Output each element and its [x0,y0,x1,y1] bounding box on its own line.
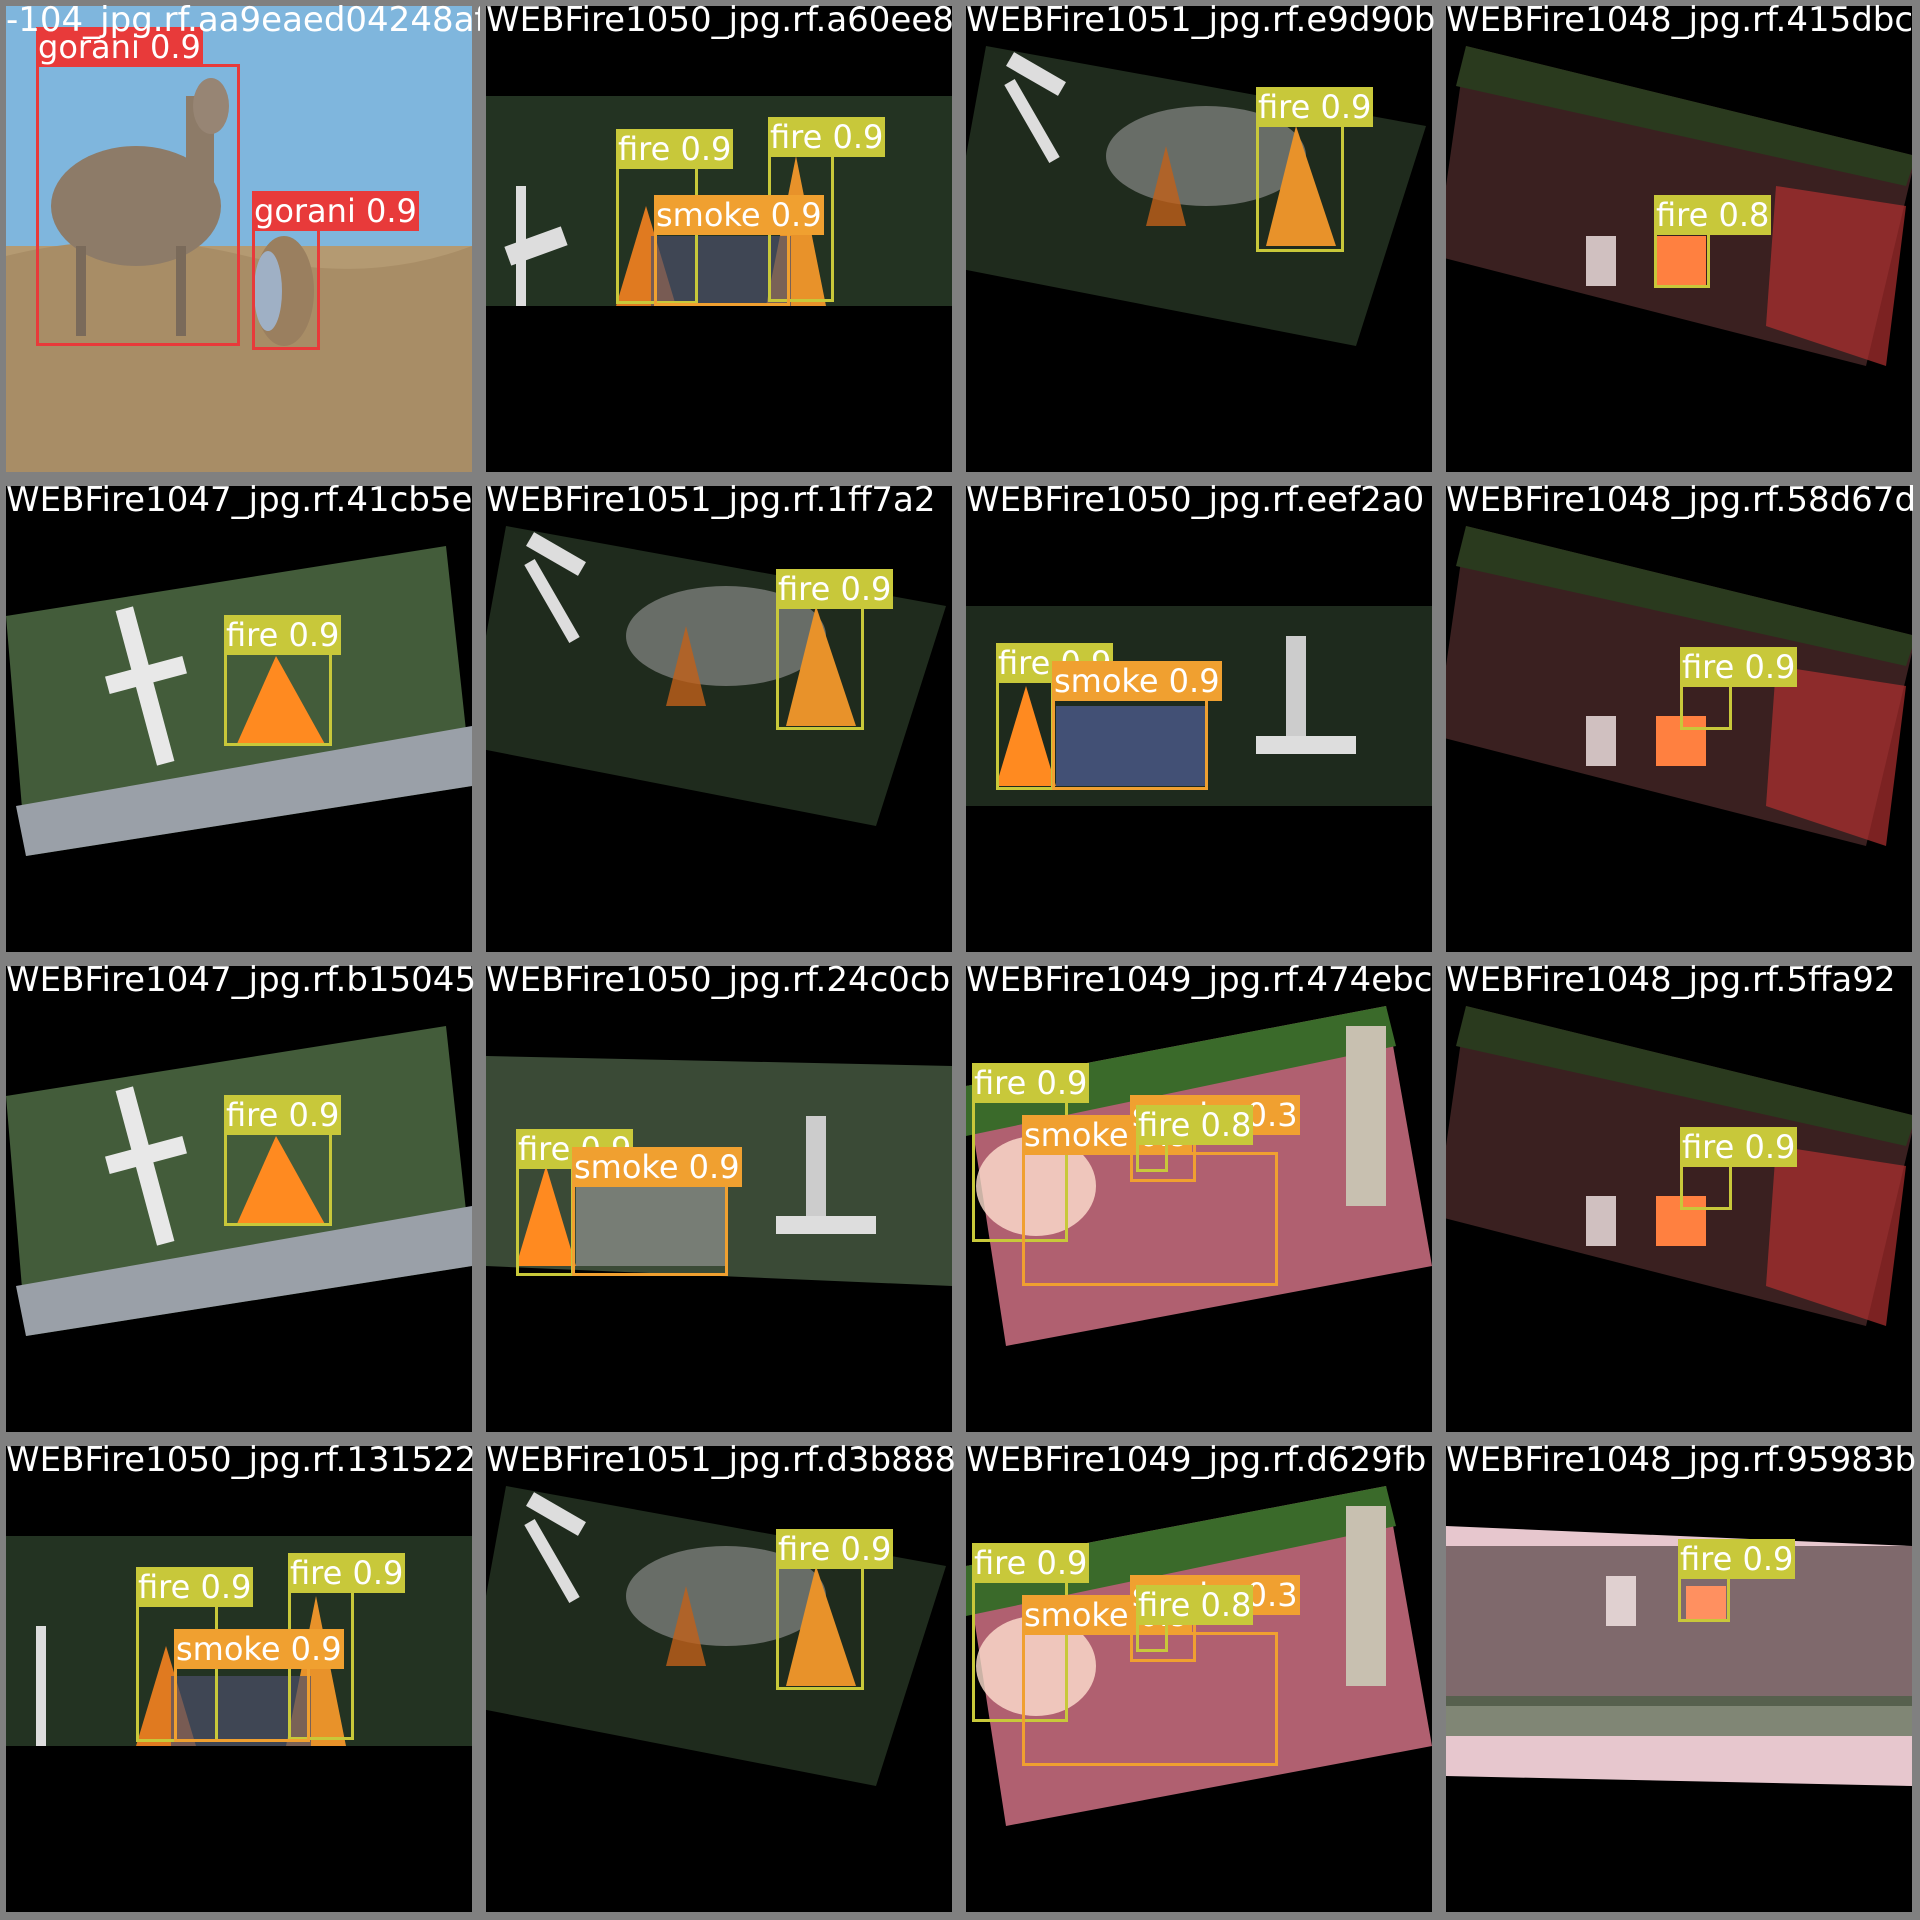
box-label: fire 0.9 [616,129,734,169]
bounding-box-fire: fire 0.9 [776,569,894,730]
tile-filename: WEBFire1048_jpg.rf.95983b [1446,1440,1917,1480]
tile-photo [1446,1446,1912,1912]
bounding-box-fire: fire 0.9 [1680,647,1798,730]
bounding-box-gorani: gorani 0.9 [36,27,240,346]
box-label: fire 0.9 [136,1567,254,1607]
image-tile: fire 0.9 WEBFire1051_jpg.rf.e9d90b [960,0,1440,480]
bounding-box-gorani: gorani 0.9 [252,191,419,350]
box-label: fire 0.9 [288,1553,406,1593]
box-label: gorani 0.9 [252,191,419,231]
bounding-box-smoke: smoke 0.9 [654,195,824,306]
bounding-box-fire: fire 0.9 [224,1095,342,1226]
tile-filename: WEBFire1047_jpg.rf.b15045 [6,960,477,1000]
tile-filename: WEBFire1051_jpg.rf.1ff7a2 [486,480,936,520]
tile-filename: -104_jpg.rf.aa9eaed04248af0385b8ef1850bj… [6,0,480,40]
image-tile: fire 0.9smoke 0.9smoke 0.3fire 0.8WEBFir… [960,1440,1440,1920]
image-tile: fire 0.9smoke 0.9 WEBFire1050_jpg.rf.eef2… [960,480,1440,960]
tile-photo [1446,486,1912,952]
bounding-box-fire: fire 0.9 [776,1529,894,1690]
box-label: fire 0.9 [1680,1127,1798,1167]
box-label: fire 0.8 [1136,1105,1254,1145]
tile-filename: WEBFire1051_jpg.rf.e9d90b [966,0,1436,40]
box-label: smoke 0.9 [654,195,824,235]
box-label: fire 0.9 [224,615,342,655]
bounding-box-fire: fire 0.9 [1256,87,1374,252]
image-tile: fire 0.9 WEBFire1051_jpg.rf.d3b888 [480,1440,960,1920]
image-tile: fire 0.9 WEBFire1047_jpg.rf.41cb5e [0,480,480,960]
bounding-box-smoke: smoke 0.9 [174,1629,344,1742]
bounding-box-fire: fire 0.8 [1136,1105,1254,1172]
box-label: fire 0.9 [1678,1539,1796,1579]
tile-photo [1446,966,1912,1432]
tile-filename: WEBFire1049_jpg.rf.474ebc [966,960,1433,1000]
tile-photo [966,6,1432,472]
box-label: fire 0.9 [972,1543,1090,1583]
tile-filename: WEBFire1048_jpg.rf.5ffa92 [1446,960,1896,1000]
image-tile: fire 0.9 WEBFire1048_jpg.rf.5ffa92 [1440,960,1920,1440]
box-label: smoke 0.9 [572,1147,742,1187]
detection-grid: gorani 0.9 gorani 0.9 -104_jpg.rf.aa9eaed0… [0,0,1920,1920]
image-tile: fire 0.9smoke 0.9smoke 0.3fire 0.8WEBFir… [960,960,1440,1440]
tile-photo [486,486,952,952]
bounding-box-fire: fire 0.8 [1136,1585,1254,1652]
bounding-box-fire: fire 0.9 [996,643,1114,790]
image-tile: gorani 0.9 gorani 0.9 -104_jpg.rf.aa9eaed0… [0,0,480,480]
box-label: fire 0.9 [1256,87,1374,127]
bounding-box-smoke: smoke 0.9 [1052,661,1222,790]
tile-photo [486,1446,952,1912]
bounding-box-fire: fire 0.9 [1680,1127,1798,1210]
box-label: fire 0.9 [768,117,886,157]
tile-filename: WEBFire1047_jpg.rf.41cb5e [6,480,473,520]
image-tile: fire 0.9 WEBFire1048_jpg.rf.95983b [1440,1440,1920,1920]
tile-filename: WEBFire1051_jpg.rf.d3b888 [486,1440,957,1480]
bounding-box-fire: fire 0.9 [1678,1539,1796,1622]
box-label: smoke 0.9 [1052,661,1222,701]
box-label: fire 0.8 [1136,1585,1254,1625]
bounding-box-smoke: smoke 0.9 [572,1147,742,1276]
box-label: fire 0.9 [1680,647,1798,687]
image-tile: fire 0.9 fire 0.9 smoke 0.9 WEBFire1050_jpg… [480,0,960,480]
tile-filename: WEBFire1050_jpg.rf.a60ee8 [486,0,954,40]
box-label: fire 0.9 [224,1095,342,1135]
bounding-box-fire: fire 0.8 [1654,195,1772,288]
tile-filename: WEBFire1049_jpg.rf.d629fb [966,1440,1427,1480]
image-tile: fire 0.9 fire 0.9 smoke 0.9 WEBFire1050_jpg… [0,1440,480,1920]
bounding-box-fire: fire 0.9 [224,615,342,746]
image-tile: fire 0.9 WEBFire1047_jpg.rf.b15045 [0,960,480,1440]
tile-filename: WEBFire1050_jpg.rf.eef2a0 [966,480,1425,520]
box-label: smoke 0.9 [174,1629,344,1669]
image-tile: fire 0.9 WEBFire1048_jpg.rf.58d67d [1440,480,1920,960]
box-label: fire 0.9 [972,1063,1090,1103]
bounding-box-fire: fire 0.9 [516,1129,634,1276]
image-tile: fire 0.9smoke 0.9 WEBFire1050_jpg.rf.24c0… [480,960,960,1440]
image-tile: fire 0.9 WEBFire1051_jpg.rf.1ff7a2 [480,480,960,960]
tile-filename: WEBFire1050_jpg.rf.131522 [6,1440,477,1480]
box-label: fire 0.9 [776,569,894,609]
box-label: fire 0.8 [1654,195,1772,235]
image-tile: fire 0.8 WEBFire1048_jpg.rf.415dbc [1440,0,1920,480]
tile-filename: WEBFire1048_jpg.rf.415dbc [1446,0,1914,40]
tile-filename: WEBFire1048_jpg.rf.58d67d [1446,480,1917,520]
tile-filename: WEBFire1050_jpg.rf.24c0cb [486,960,951,1000]
box-label: fire 0.9 [776,1529,894,1569]
